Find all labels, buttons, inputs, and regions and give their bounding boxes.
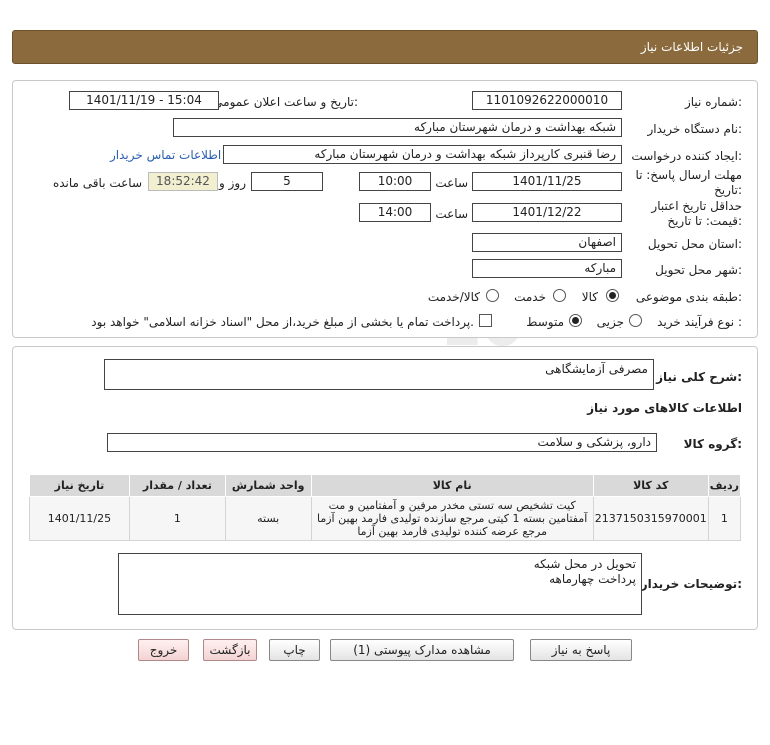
item-name-line: مرجع عرضه کننده تولیدی فارمد بهین آزما	[357, 525, 548, 538]
cell-quantity: 1	[128, 496, 226, 541]
validity-date-field: 1401/12/22	[472, 203, 622, 222]
deadline-date-field: 1401/11/25	[472, 172, 622, 191]
remaining-time-field: 18:52:42	[148, 172, 218, 191]
cell-need-date: 1401/11/25	[29, 496, 130, 541]
need-number-field: 1101092622000010	[472, 91, 622, 110]
reply-button[interactable]: پاسخ به نیاز	[530, 639, 632, 661]
col-row-index: ردیف	[707, 474, 742, 497]
deadline-time-label: ساعت	[435, 176, 468, 190]
process-option-medium: متوسط	[526, 315, 564, 329]
requester-field: رضا قنبری کارپرداز شبکه بهداشت و درمان ش…	[223, 145, 622, 164]
cell-unit: بسته	[224, 496, 312, 541]
buyer-contact-link[interactable]: اطلاعات تماس خریدار	[110, 148, 221, 162]
validity-label-date: قیمت: تا تاریخ:	[667, 214, 742, 228]
requester-label: ایجاد کننده درخواست:	[631, 149, 742, 163]
category-label: طبقه بندی موضوعی:	[635, 290, 742, 304]
process-radio-minor[interactable]	[629, 314, 642, 327]
city-field: مبارکه	[472, 259, 622, 278]
category-radio-service[interactable]	[553, 289, 566, 302]
announce-date-field: 1401/11/19 - 15:04	[69, 91, 219, 110]
buyer-notes-line: تحویل در محل شبکه	[533, 557, 636, 571]
print-button[interactable]: چاپ	[269, 639, 320, 661]
goods-info-title: اطلاعات کالاهای مورد نیاز	[587, 401, 742, 415]
process-option-minor: جزیی	[596, 315, 624, 329]
buyer-notes-label: توضیحات خریدار:	[640, 577, 742, 591]
buyer-org-field: شبکه بهداشت و درمان شهرستان مبارکه	[173, 118, 622, 137]
category-option-service: خدمت	[514, 290, 546, 304]
col-quantity: تعداد / مقدار	[128, 474, 226, 497]
treasury-payment-note: پرداخت تمام یا بخشی از مبلغ خرید،از محل …	[91, 315, 474, 329]
buyer-notes-line: پرداخت چهارماهه	[549, 572, 636, 586]
process-label: نوع فرآیند خرید :	[657, 315, 742, 329]
cell-row-index: 1	[707, 496, 742, 541]
goods-group-field: دارو، پزشکی و سلامت	[107, 433, 657, 452]
cell-item-code: 2137150315970001	[592, 496, 709, 541]
attachments-button[interactable]: مشاهده مدارک پیوستی (1)	[330, 639, 514, 661]
page-header: جزئیات اطلاعات نیاز	[12, 30, 758, 64]
goods-group-label: گروه کالا:	[683, 437, 742, 451]
category-radio-goods[interactable]	[606, 289, 619, 302]
buyer-org-label: نام دستگاه خریدار:	[647, 122, 743, 136]
province-label: استان محل تحویل:	[647, 237, 742, 251]
validity-time-label: ساعت	[435, 207, 468, 221]
validity-label: حداقل تاریخ اعتبار	[651, 199, 742, 213]
days-label: روز و	[219, 176, 246, 190]
validity-time-field: 14:00	[359, 203, 431, 222]
category-option-goods: کالا	[581, 290, 598, 304]
exit-button[interactable]: خروج	[138, 639, 189, 661]
col-item-name: نام کالا	[310, 474, 594, 497]
deadline-time-field: 10:00	[359, 172, 431, 191]
table-row: 1401/11/25 1 بسته کیت تشخیص سه تستی مخدر…	[29, 496, 742, 541]
treasury-payment-checkbox[interactable]	[479, 314, 492, 327]
item-name-line: آمفتامین بسته 1 کیتی مرجع سازنده تولیدی …	[317, 512, 588, 525]
remaining-time-label: ساعت باقی مانده	[52, 176, 142, 190]
process-radio-medium[interactable]	[569, 314, 582, 327]
goods-table: تاریخ نیاز تعداد / مقدار واحد شمارش نام …	[29, 474, 742, 541]
need-number-label: شماره نیاز:	[684, 95, 742, 109]
days-remaining-field: 5	[251, 172, 323, 191]
province-field: اصفهان	[472, 233, 622, 252]
summary-label: شرح کلی نیاز:	[656, 370, 742, 384]
col-need-date: تاریخ نیاز	[29, 474, 130, 497]
deadline-label: مهلت ارسال پاسخ: تا	[635, 168, 742, 182]
city-label: شهر محل تحویل:	[655, 263, 742, 277]
announce-date-label: تاریخ و ساعت اعلان عمومی:	[213, 95, 358, 109]
item-name-line: کیت تشخیص سه تستی مخدر مرفین و آمفتامین …	[328, 499, 576, 512]
cell-item-name: کیت تشخیص سه تستی مخدر مرفین و آمفتامین …	[310, 496, 594, 541]
table-header-row: تاریخ نیاز تعداد / مقدار واحد شمارش نام …	[29, 474, 742, 497]
back-button[interactable]: بازگشت	[203, 639, 257, 661]
category-radio-goods-service[interactable]	[486, 289, 499, 302]
buyer-notes-field: تحویل در محل شبکه پرداخت چهارماهه	[118, 553, 642, 615]
col-unit: واحد شمارش	[224, 474, 312, 497]
deadline-label-date: تاریخ:	[714, 183, 742, 197]
col-item-code: کد کالا	[592, 474, 709, 497]
summary-field: مصرفی آزمایشگاهی	[104, 359, 654, 390]
page-title: جزئیات اطلاعات نیاز	[640, 40, 743, 54]
category-option-goods-service: کالا/خدمت	[427, 290, 480, 304]
